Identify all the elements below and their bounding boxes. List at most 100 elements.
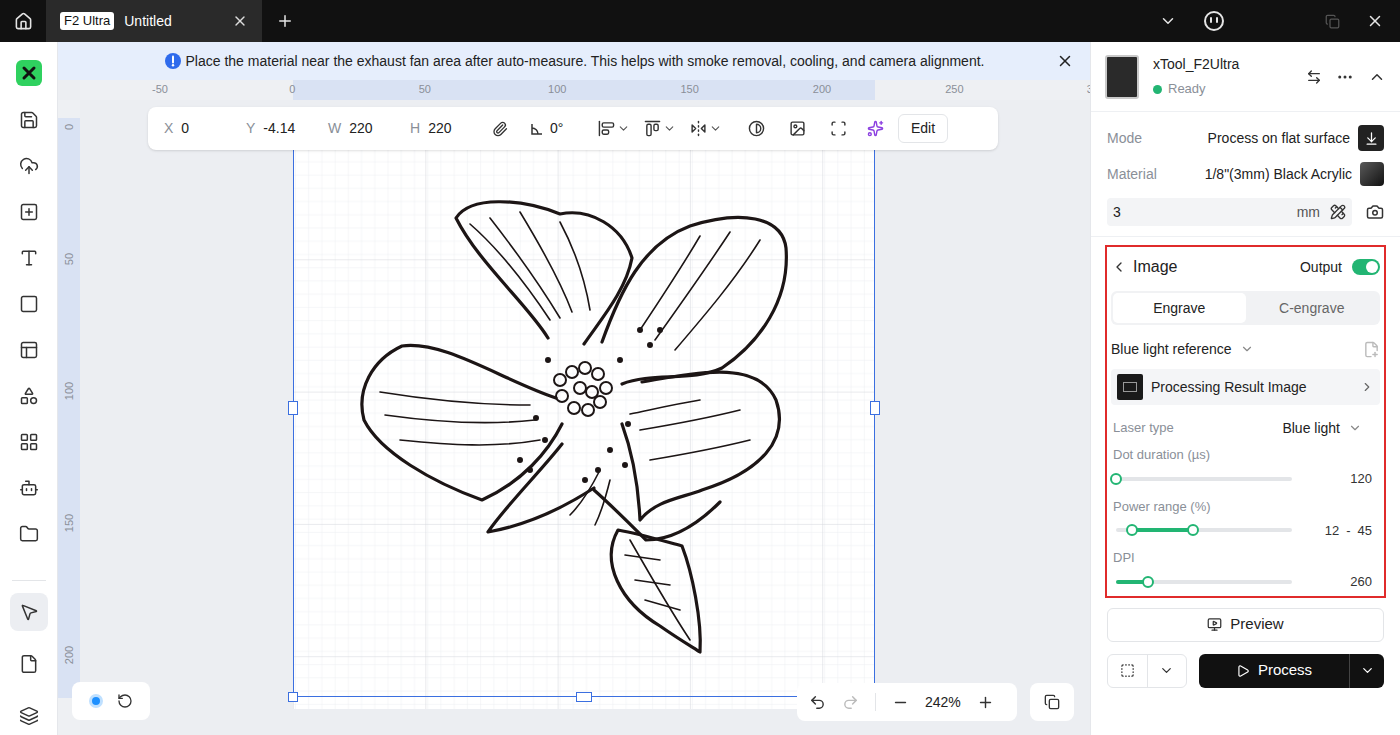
- redo-icon[interactable]: [842, 694, 859, 711]
- layers-button[interactable]: [1030, 683, 1074, 721]
- property-field[interactable]: Y-4.14: [246, 118, 314, 139]
- thickness-field[interactable]: 3mm: [1107, 198, 1352, 226]
- restore-icon[interactable]: [1325, 14, 1340, 29]
- edit-button[interactable]: Edit: [898, 114, 948, 143]
- undo-icon[interactable]: [809, 694, 826, 711]
- slider[interactable]: [1116, 574, 1292, 590]
- chevron-icon: [1240, 342, 1254, 356]
- collapse-icon[interactable]: [1368, 68, 1386, 86]
- device-image: [1105, 55, 1139, 99]
- preview-button[interactable]: Preview: [1107, 608, 1384, 642]
- resize-handle[interactable]: [288, 692, 298, 702]
- rotate-view-icon[interactable]: [117, 693, 133, 709]
- selection-box[interactable]: [293, 116, 875, 697]
- grid-icon: [19, 432, 39, 452]
- panel-title: Image: [1133, 255, 1294, 279]
- copy-icon: [1044, 694, 1060, 710]
- field-label: X: [164, 118, 173, 139]
- resize-handle[interactable]: [576, 692, 592, 702]
- sidebar-tool[interactable]: [11, 200, 47, 224]
- info-icon: [164, 52, 182, 70]
- slider-knob[interactable]: [1126, 524, 1138, 536]
- close-tab-icon[interactable]: [232, 13, 248, 29]
- camera-icon[interactable]: [1366, 203, 1384, 221]
- right-panel: xTool_F2UltraReadyModeProcess on flat su…: [1090, 42, 1400, 735]
- ruler-label: 150: [680, 83, 698, 96]
- reference-row[interactable]: Blue light reference: [1111, 329, 1380, 369]
- close-window-icon[interactable]: [1366, 12, 1384, 30]
- auto-measure-icon[interactable]: [1330, 204, 1346, 220]
- sidebar-tool[interactable]: [11, 430, 47, 454]
- process-tabs: EngraveC-engrave: [1111, 291, 1380, 325]
- new-tab-button[interactable]: [262, 12, 308, 30]
- property-field[interactable]: X0: [164, 118, 232, 139]
- switch-device-icon[interactable]: [1306, 69, 1322, 85]
- thickness-value: 3: [1113, 202, 1287, 223]
- result-image-row[interactable]: Processing Result Image: [1111, 369, 1380, 405]
- folder-icon: [19, 524, 39, 544]
- sidebar-tool[interactable]: [11, 522, 47, 546]
- slider[interactable]: [1116, 522, 1292, 538]
- sidebar-tool[interactable]: [10, 697, 48, 735]
- resize-handle[interactable]: [288, 401, 298, 415]
- zoom-level[interactable]: 242%: [925, 692, 961, 713]
- setting-value: 1/8"(3mm) Black Acrylic: [1205, 164, 1352, 185]
- home-icon: [14, 12, 33, 31]
- blue-light-dot[interactable]: [89, 694, 103, 708]
- sidebar-tool[interactable]: [11, 384, 47, 408]
- sidebar-tool[interactable]: [11, 338, 47, 362]
- laser-type-row[interactable]: Laser typeBlue light: [1111, 409, 1380, 447]
- frame-button[interactable]: [1107, 654, 1187, 688]
- laser-type-label: Laser type: [1113, 418, 1174, 438]
- slider-value: 12-45: [1325, 521, 1378, 541]
- property-field[interactable]: W220: [328, 118, 396, 139]
- reference-label: Blue light reference: [1111, 339, 1232, 360]
- sidebar-tool[interactable]: [10, 645, 48, 683]
- process-tab[interactable]: C-engrave: [1246, 293, 1379, 323]
- document-tab[interactable]: F2 UltraUntitled: [46, 0, 262, 42]
- trace-icon[interactable]: [830, 120, 847, 137]
- slider-knob[interactable]: [1142, 576, 1154, 588]
- shapes-icon: [19, 386, 39, 406]
- sidebar-tool[interactable]: [10, 593, 48, 631]
- back-icon[interactable]: [1111, 259, 1127, 275]
- horizontal-ruler: -5005010015020025030: [80, 80, 1090, 100]
- slider[interactable]: [1116, 471, 1292, 487]
- align-menu[interactable]: [598, 120, 630, 137]
- slider-value: 260: [1350, 572, 1378, 592]
- flip-menu[interactable]: [690, 120, 722, 137]
- lock-ratio-icon[interactable]: [492, 121, 508, 137]
- ruler-label: 0: [63, 124, 76, 130]
- more-icon[interactable]: [1336, 68, 1354, 86]
- sidebar-tool[interactable]: [11, 292, 47, 316]
- setting-row[interactable]: ModeProcess on flat surface: [1107, 120, 1384, 156]
- sidebar-tool[interactable]: [11, 246, 47, 270]
- slider-track: [1116, 477, 1292, 481]
- design-canvas[interactable]: [80, 100, 1090, 735]
- zoom-in-icon[interactable]: [977, 694, 994, 711]
- property-field[interactable]: H220: [410, 118, 478, 139]
- close-notice-icon[interactable]: [1056, 52, 1074, 70]
- process-button[interactable]: Process: [1199, 654, 1384, 688]
- home-button[interactable]: [0, 12, 46, 31]
- slider-knob[interactable]: [1187, 524, 1199, 536]
- workspace: -5005010015020025030050100150200X0Y-4.14…: [58, 80, 1090, 735]
- assistant-icon[interactable]: [1203, 10, 1225, 32]
- process-tab[interactable]: Engrave: [1113, 293, 1246, 323]
- setting-row[interactable]: Material1/8"(3mm) Black Acrylic: [1107, 156, 1384, 192]
- zoom-out-icon[interactable]: [892, 694, 909, 711]
- distribute-menu[interactable]: [644, 120, 676, 137]
- slider-knob[interactable]: [1110, 473, 1122, 485]
- save-preset-icon[interactable]: [1363, 341, 1380, 358]
- invert-icon[interactable]: [748, 120, 765, 137]
- image-edit-icon[interactable]: [789, 120, 806, 137]
- sidebar-tool[interactable]: [11, 476, 47, 500]
- ai-sparkle-icon[interactable]: [867, 120, 884, 137]
- resize-handle[interactable]: [870, 401, 880, 415]
- sidebar-tool[interactable]: [11, 154, 47, 178]
- output-toggle[interactable]: [1352, 259, 1380, 275]
- rotation-field[interactable]: 0°: [530, 118, 584, 139]
- flower-artwork[interactable]: [293, 127, 875, 709]
- sidebar-tool[interactable]: [11, 108, 47, 132]
- menu-chevron-icon[interactable]: [1159, 12, 1177, 30]
